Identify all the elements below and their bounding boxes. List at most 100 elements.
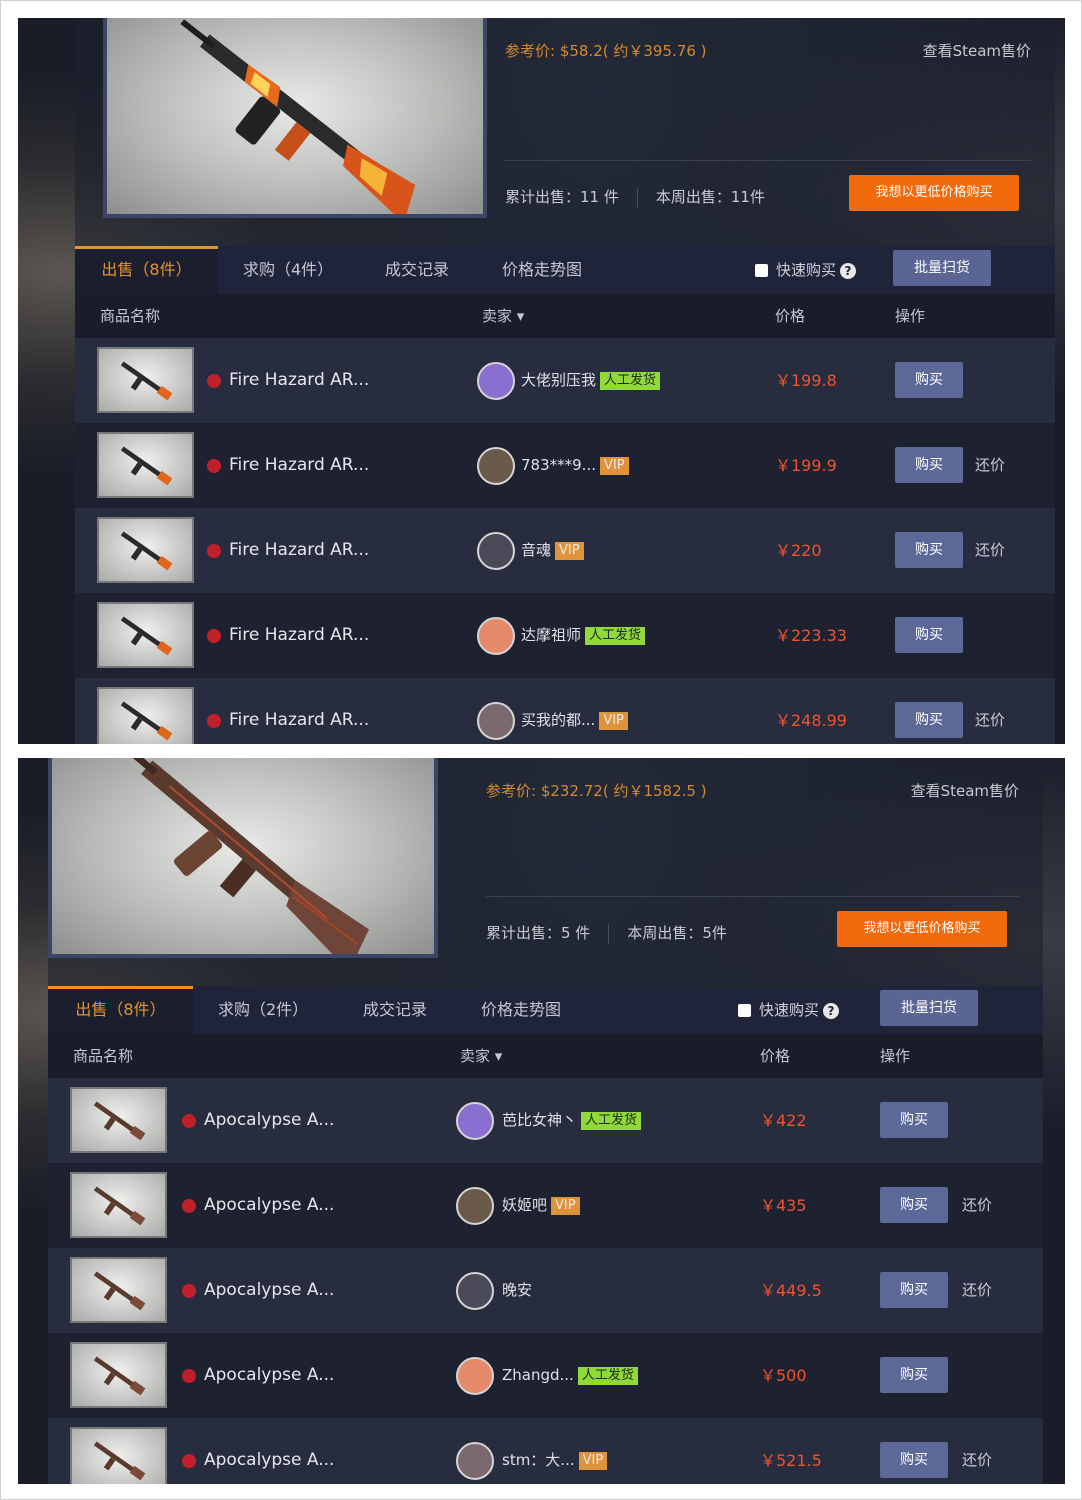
- tab-sell[interactable]: 出售（8件）: [48, 986, 193, 1034]
- header-action: 操作: [880, 1047, 911, 1065]
- seller-name[interactable]: 达摩祖师: [521, 626, 581, 644]
- counter-offer-link[interactable]: 还价: [975, 423, 1005, 508]
- table-row: Fire Hazard AR... 大佬别压我 人工发货 ￥199.8 购买: [75, 338, 1055, 423]
- item-name[interactable]: Apocalypse A...: [204, 1248, 334, 1333]
- item-price: ￥223.33: [775, 626, 847, 645]
- batch-buy-button[interactable]: 批量扫货: [880, 990, 978, 1026]
- seller-name[interactable]: 妖姬吧: [502, 1196, 547, 1214]
- counter-offer-link[interactable]: 还价: [975, 508, 1005, 593]
- item-thumbnail[interactable]: [97, 517, 194, 583]
- counter-offer-link[interactable]: 还价: [962, 1418, 992, 1484]
- tab-trade-records[interactable]: 成交记录: [385, 246, 449, 294]
- item-name[interactable]: Apocalypse A...: [204, 1418, 334, 1484]
- seller-name[interactable]: Zhangd...: [502, 1366, 574, 1384]
- item-thumbnail[interactable]: [97, 347, 194, 413]
- seller-info: 音魂 VIP: [521, 508, 584, 593]
- buy-button[interactable]: 购买: [880, 1272, 948, 1308]
- header-seller-sort[interactable]: 卖家 ▾: [482, 294, 524, 338]
- item-name[interactable]: Fire Hazard AR...: [229, 423, 369, 508]
- counter-offer-link[interactable]: 还价: [975, 678, 1005, 744]
- stats-separator: [636, 187, 638, 208]
- seller-info: stm：大... VIP: [502, 1418, 608, 1484]
- item-header: 参考价: $232.72( 约￥1582.5 ) 查看Steam售价 累计出售：…: [48, 758, 1043, 986]
- buy-button[interactable]: 购买: [895, 362, 963, 398]
- tab-buy-orders[interactable]: 求购（4件）: [243, 246, 333, 294]
- weapon-preview-image: [48, 758, 438, 972]
- steam-price-link[interactable]: 查看Steam售价: [923, 40, 1031, 61]
- week-sold: 本周出售：11件: [655, 188, 765, 206]
- manual-delivery-badge: 人工发货: [577, 1366, 638, 1385]
- quick-buy-toggle[interactable]: 快速购买?: [755, 246, 857, 294]
- quick-buy-checkbox[interactable]: [738, 1004, 751, 1017]
- item-thumbnail[interactable]: [70, 1427, 167, 1484]
- seller-info: 买我的都... VIP: [521, 678, 628, 744]
- seller-name[interactable]: 芭比女神丶: [502, 1111, 577, 1129]
- quick-buy-toggle[interactable]: 快速购买?: [738, 986, 840, 1034]
- counter-offer-link[interactable]: 还价: [962, 1163, 992, 1248]
- table-row: Apocalypse A... 妖姬吧 VIP ￥435 购买 还价: [48, 1163, 1043, 1248]
- stattrak-icon: [182, 1114, 196, 1128]
- buy-button[interactable]: 购买: [880, 1102, 948, 1138]
- seller-name[interactable]: 买我的都...: [521, 711, 595, 729]
- item-name[interactable]: Fire Hazard AR...: [229, 593, 369, 678]
- item-thumbnail[interactable]: [97, 602, 194, 668]
- stattrak-icon: [207, 629, 221, 643]
- buy-button[interactable]: 购买: [880, 1357, 948, 1393]
- rifle-thumbnail-icon: [93, 1186, 146, 1226]
- header-seller-sort[interactable]: 卖家 ▾: [460, 1034, 502, 1078]
- seller-avatar: [477, 617, 515, 655]
- buy-button[interactable]: 购买: [895, 532, 963, 568]
- seller-name[interactable]: 大佬别压我: [521, 371, 596, 389]
- seller-info: 晚安: [502, 1248, 532, 1333]
- tab-price-trend[interactable]: 价格走势图: [481, 986, 561, 1034]
- item-thumbnail[interactable]: [97, 687, 194, 744]
- seller-avatar: [456, 1187, 494, 1225]
- header-divider: [486, 896, 1019, 897]
- buy-button[interactable]: 购买: [880, 1442, 948, 1478]
- help-icon[interactable]: ?: [823, 1002, 840, 1019]
- item-thumbnail[interactable]: [97, 432, 194, 498]
- listing-panel-fire-hazard: 参考价: $58.2( 约￥395.76 ) 查看Steam售价 累计出售：11…: [18, 18, 1065, 744]
- apocalypse-rifle-image: [123, 758, 369, 972]
- stattrak-icon: [207, 459, 221, 473]
- lower-price-buy-button[interactable]: 我想以更低价格购买: [849, 175, 1019, 211]
- tab-price-trend[interactable]: 价格走势图: [502, 246, 582, 294]
- tab-sell[interactable]: 出售（8件）: [75, 246, 218, 294]
- item-thumbnail[interactable]: [70, 1087, 167, 1153]
- tab-trade-records[interactable]: 成交记录: [363, 986, 427, 1034]
- item-name[interactable]: Fire Hazard AR...: [229, 508, 369, 593]
- quick-buy-label: 快速购买: [776, 261, 837, 279]
- lower-price-buy-button[interactable]: 我想以更低价格购买: [837, 911, 1007, 947]
- item-name[interactable]: Apocalypse A...: [204, 1163, 334, 1248]
- table-row: Apocalypse A... Zhangd... 人工发货 ￥500 购买: [48, 1333, 1043, 1418]
- counter-offer-link[interactable]: 还价: [962, 1248, 992, 1333]
- header-item-name: 商品名称: [73, 1047, 134, 1065]
- seller-name[interactable]: 晚安: [502, 1281, 532, 1299]
- stattrak-icon: [207, 544, 221, 558]
- buy-button[interactable]: 购买: [895, 617, 963, 653]
- item-thumbnail[interactable]: [70, 1257, 167, 1323]
- buy-button[interactable]: 购买: [880, 1187, 948, 1223]
- tab-buy-orders[interactable]: 求购（2件）: [218, 986, 308, 1034]
- help-icon[interactable]: ?: [840, 262, 857, 279]
- quick-buy-checkbox[interactable]: [755, 264, 768, 277]
- item-name[interactable]: Apocalypse A...: [204, 1078, 334, 1163]
- total-sold: 累计出售：11 件: [505, 188, 619, 206]
- seller-name[interactable]: 783***9...: [521, 456, 596, 474]
- item-name[interactable]: Fire Hazard AR...: [229, 678, 369, 744]
- seller-name[interactable]: stm：大...: [502, 1451, 575, 1469]
- buy-button[interactable]: 购买: [895, 447, 963, 483]
- item-price: ￥435: [760, 1196, 807, 1215]
- item-name[interactable]: Apocalypse A...: [204, 1333, 334, 1418]
- item-thumbnail[interactable]: [70, 1172, 167, 1238]
- header-price: 价格: [775, 307, 806, 325]
- seller-avatar: [477, 702, 515, 740]
- buy-button[interactable]: 购买: [895, 702, 963, 738]
- item-name[interactable]: Fire Hazard AR...: [229, 338, 369, 423]
- seller-name[interactable]: 音魂: [521, 541, 551, 559]
- batch-buy-button[interactable]: 批量扫货: [893, 250, 991, 286]
- vip-badge: VIP: [599, 456, 629, 475]
- steam-price-link[interactable]: 查看Steam售价: [911, 780, 1019, 801]
- seller-avatar: [477, 532, 515, 570]
- item-thumbnail[interactable]: [70, 1342, 167, 1408]
